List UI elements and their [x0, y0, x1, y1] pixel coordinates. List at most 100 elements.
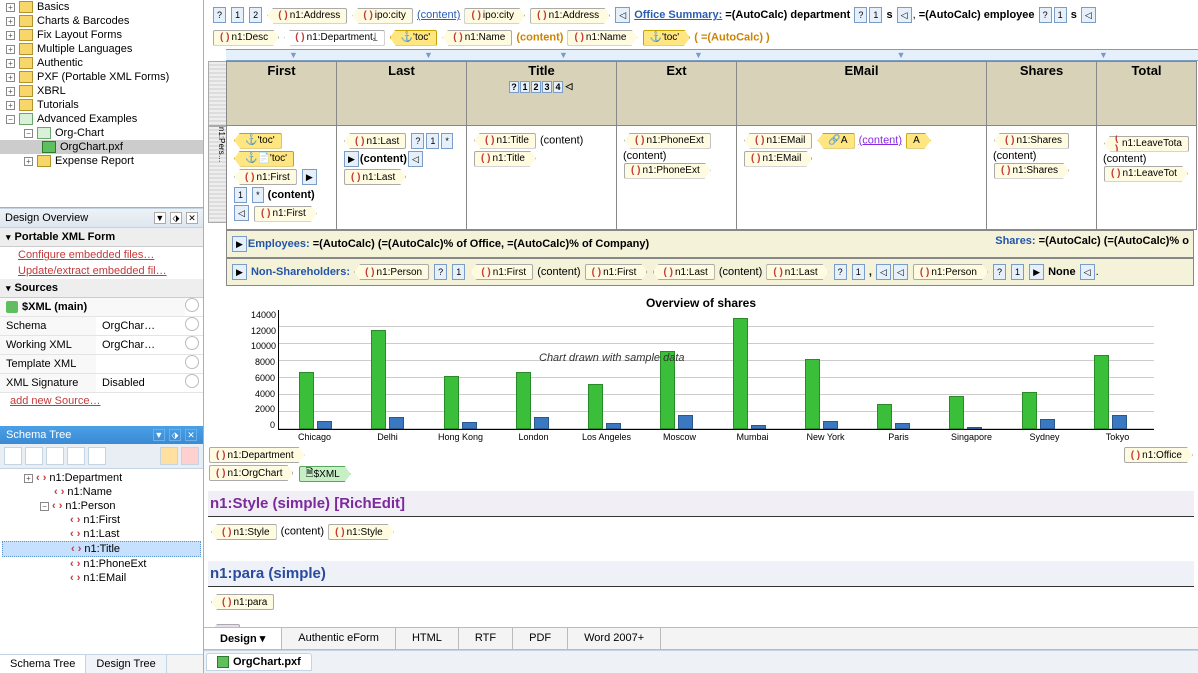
- schema-tree-tabs: Schema TreeDesign Tree: [0, 654, 203, 673]
- schema-item-n1-title[interactable]: ‹ ›n1:Title: [2, 541, 201, 557]
- schema-item-n1-department[interactable]: +‹ ›n1:Department: [2, 471, 201, 485]
- sources-section-header[interactable]: ▾Sources: [0, 279, 203, 298]
- view-tab-authentic-eform[interactable]: Authentic eForm: [282, 628, 396, 649]
- bar-paris-share1: [877, 404, 892, 429]
- tag-ipo-city-open[interactable]: ( )ipo:city: [352, 8, 413, 24]
- source-row-xml-signature[interactable]: XML SignatureDisabled: [0, 374, 203, 393]
- toolbar-btn-7[interactable]: [181, 447, 199, 465]
- tag-desc-close[interactable]: ( )n1:Desc: [213, 30, 279, 46]
- schema-item-n1-first[interactable]: ‹ ›n1:First: [2, 513, 201, 527]
- schema-item-n1-last[interactable]: ‹ ›n1:Last: [2, 527, 201, 541]
- schema-item-n1-email[interactable]: ‹ ›n1:EMail: [2, 571, 201, 585]
- col-shares: Shares: [1020, 63, 1063, 78]
- toolbar-btn-4[interactable]: [67, 447, 85, 465]
- autocalc-dept: =(AutoCalc) department: [725, 9, 850, 21]
- tag-fp[interactable]: $p: [211, 624, 240, 627]
- tree-item-org-chart[interactable]: −Org-Chart: [0, 126, 203, 140]
- tag-ipo-city-close[interactable]: ( )ipo:city: [464, 8, 525, 24]
- gear-icon[interactable]: [185, 355, 199, 369]
- autocalc-emp: =(AutoCalc) employee: [919, 9, 1035, 21]
- toolbar-btn-2[interactable]: [25, 447, 43, 465]
- cell-last: ( )n1:Last ?1* ▶(content)◁ ( )n1:Last: [337, 125, 467, 229]
- two-btn[interactable]: 2: [249, 7, 262, 23]
- tag-para-open[interactable]: ( )n1:para: [211, 594, 274, 610]
- tree-item-authentic[interactable]: +Authentic: [0, 56, 203, 70]
- tag-address-close[interactable]: ( )n1:Address: [530, 8, 610, 24]
- close-icon[interactable]: ✕: [185, 429, 197, 441]
- pin-icon[interactable]: ⬗: [169, 429, 181, 441]
- gear-icon[interactable]: [185, 317, 199, 331]
- tree-item-advanced-examples[interactable]: −Advanced Examples: [0, 112, 203, 126]
- tree-item-orgchart-pxf[interactable]: OrgChart.pxf: [0, 140, 203, 154]
- row-handle-body[interactable]: n1:Pers…: [208, 126, 228, 223]
- tag-department-close[interactable]: ( )n1:Department: [209, 447, 305, 463]
- tree-item-xbrl[interactable]: +XBRL: [0, 84, 203, 98]
- col-first: First: [267, 63, 295, 78]
- tag-toc-2[interactable]: ⚓'toc': [643, 30, 691, 46]
- gear-icon[interactable]: [185, 374, 199, 388]
- configure-embedded-link[interactable]: Configure embedded files…: [0, 247, 203, 263]
- one-btn[interactable]: 1: [231, 7, 244, 23]
- tag-toc-1[interactable]: ⚓'toc': [390, 30, 438, 46]
- dropdown-icon[interactable]: ▼: [154, 212, 166, 224]
- cell-first: ⚓'toc' ⚓📄'toc' ( )n1:First ▶ 1 * (conten…: [227, 125, 337, 229]
- tree-item-multiple-languages[interactable]: +Multiple Languages: [0, 42, 203, 56]
- source-row-working-xml[interactable]: Working XMLOrgChar…: [0, 336, 203, 355]
- view-tab-pdf[interactable]: PDF: [513, 628, 568, 649]
- cell-email: ( )n1:EMail 🔗A (content) A ( )n1:EMail: [737, 125, 987, 229]
- gear-icon[interactable]: [185, 298, 199, 312]
- design-overview-header: Design Overview ▼ ⬗ ✕: [0, 208, 203, 228]
- tag-style-open[interactable]: ( )n1:Style: [211, 524, 277, 540]
- view-tab-rtf[interactable]: RTF: [459, 628, 513, 649]
- content-placeholder[interactable]: (content): [417, 9, 460, 21]
- gear-icon[interactable]: [185, 336, 199, 350]
- nav-left-btn[interactable]: ◁: [615, 7, 630, 23]
- update-extract-link[interactable]: Update/extract embedded fil…: [0, 263, 203, 279]
- chart-plot: Chart drawn with sample data: [278, 310, 1154, 430]
- pxf-section-header[interactable]: ▾Portable XML Form: [0, 228, 203, 247]
- tree-item-basics[interactable]: +Basics: [0, 0, 203, 14]
- source-row-template-xml[interactable]: Template XML: [0, 355, 203, 374]
- tree-item-expense-report[interactable]: +Expense Report: [0, 154, 203, 168]
- tag-orgchart-close[interactable]: ( )n1:OrgChart: [209, 465, 293, 481]
- tab-design-tree[interactable]: Design Tree: [86, 655, 166, 673]
- toolbar-btn-1[interactable]: [4, 447, 22, 465]
- project-tree: +Basics+Charts & Barcodes+Fix Layout For…: [0, 0, 203, 208]
- toolbar-btn-5[interactable]: [88, 447, 106, 465]
- view-tab-design-[interactable]: Design ▾: [204, 628, 282, 649]
- pin-icon[interactable]: ⬗: [170, 212, 182, 224]
- dropdown-icon[interactable]: ▼: [153, 429, 165, 441]
- schema-item-n1-phoneext[interactable]: ‹ ›n1:PhoneExt: [2, 557, 201, 571]
- tag-department[interactable]: ( )n1:Department⥙: [284, 30, 384, 46]
- close-icon[interactable]: ✕: [186, 212, 198, 224]
- tag-style-close[interactable]: ( )n1:Style: [328, 524, 394, 540]
- source-row-schema[interactable]: SchemaOrgChar…: [0, 317, 203, 336]
- toolbar-btn-6[interactable]: [160, 447, 178, 465]
- tag-xml-close[interactable]: 🗎$XML: [299, 466, 351, 482]
- toolbar-btn-3[interactable]: [46, 447, 64, 465]
- tree-item-tutorials[interactable]: +Tutorials: [0, 98, 203, 112]
- q-btn[interactable]: ?: [213, 7, 226, 23]
- tab-schema-tree[interactable]: Schema Tree: [0, 655, 86, 673]
- schema-item-n1-name[interactable]: ‹ ›n1:Name: [2, 485, 201, 499]
- bar-los-angeles-share2: [606, 423, 621, 429]
- view-tab-html[interactable]: HTML: [396, 628, 459, 649]
- file-tab-orgchart[interactable]: OrgChart.pxf: [206, 653, 312, 671]
- breadcrumb-row-1: ? 1 2 ( )n1:Address ( )ipo:city (content…: [208, 4, 1194, 27]
- bar-new-york-share2: [823, 421, 838, 429]
- view-tab-word-2007-[interactable]: Word 2007+: [568, 628, 661, 649]
- col-last: Last: [388, 63, 415, 78]
- schema-item-n1-person[interactable]: −‹ ›n1:Person: [2, 499, 201, 513]
- tree-item-fix-layout-forms[interactable]: +Fix Layout Forms: [0, 28, 203, 42]
- column-dropdown-row: ▼ ▼ ▼ ▼ ▼ ▼ ▼: [226, 49, 1198, 61]
- office-summary-label: Office Summary:: [634, 9, 722, 21]
- tree-item-charts-barcodes[interactable]: +Charts & Barcodes: [0, 14, 203, 28]
- row-handle-header[interactable]: [208, 61, 228, 126]
- add-source-link[interactable]: add new Source…: [0, 393, 203, 409]
- tree-item-pxf-portable-xml-forms-[interactable]: +PXF (Portable XML Forms): [0, 70, 203, 84]
- tag-office-close[interactable]: ( )n1:Office: [1124, 447, 1193, 463]
- tag-name-open[interactable]: ( )n1:Name: [442, 30, 512, 46]
- main-source-row[interactable]: $XML (main): [0, 298, 203, 317]
- tag-name-close[interactable]: ( )n1:Name: [567, 30, 637, 46]
- tag-address-open[interactable]: ( )n1:Address: [267, 8, 347, 24]
